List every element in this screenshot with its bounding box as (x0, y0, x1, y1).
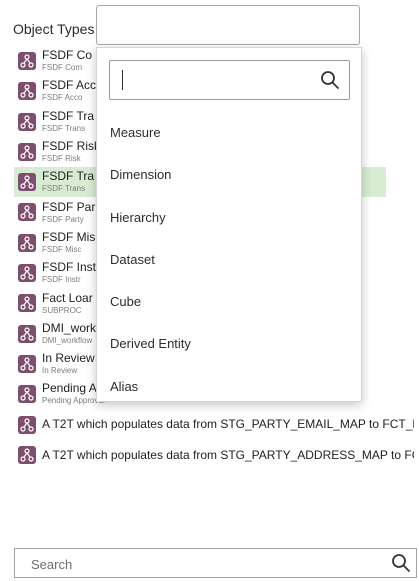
list-item[interactable]: A T2T which populates data from STG_PART… (14, 410, 414, 440)
hierarchy-icon (18, 324, 36, 343)
hierarchy-icon (18, 82, 36, 101)
hierarchy-icon (18, 264, 36, 283)
list-item[interactable]: A T2T which populates data from STG_PART… (14, 440, 414, 470)
option-measure[interactable]: Measure (97, 112, 361, 154)
option-dimension[interactable]: Dimension (97, 154, 361, 196)
object-types-label: Object Types (13, 21, 95, 37)
object-type-dropdown: Measure Dimension Hierarchy Dataset Cube… (96, 47, 362, 402)
hierarchy-icon (18, 445, 36, 464)
search-input[interactable] (15, 549, 393, 579)
hierarchy-icon (18, 354, 36, 373)
dropdown-options: Measure Dimension Hierarchy Dataset Cube… (97, 112, 361, 408)
option-cube[interactable]: Cube (97, 281, 361, 323)
hierarchy-icon (18, 294, 36, 313)
option-derived-entity[interactable]: Derived Entity (97, 323, 361, 365)
hierarchy-icon (18, 385, 36, 404)
option-hierarchy[interactable]: Hierarchy (97, 197, 361, 239)
hierarchy-icon (18, 203, 36, 222)
hierarchy-icon (18, 233, 36, 252)
item-title: A T2T which populates data from STG_PART… (42, 447, 414, 462)
hierarchy-icon (18, 52, 36, 70)
option-dataset[interactable]: Dataset (97, 239, 361, 281)
hierarchy-icon (18, 173, 36, 192)
hierarchy-icon (18, 112, 36, 131)
search-icon[interactable] (391, 553, 411, 578)
text-caret (122, 70, 123, 90)
hierarchy-icon (18, 142, 36, 161)
option-alias[interactable]: Alias (97, 366, 361, 408)
dropdown-search-field[interactable] (109, 60, 350, 100)
object-types-select[interactable] (96, 5, 360, 45)
search-bar (14, 548, 417, 579)
search-icon[interactable] (320, 70, 340, 95)
item-title: A T2T which populates data from STG_PART… (42, 417, 414, 432)
hierarchy-icon (18, 415, 36, 434)
